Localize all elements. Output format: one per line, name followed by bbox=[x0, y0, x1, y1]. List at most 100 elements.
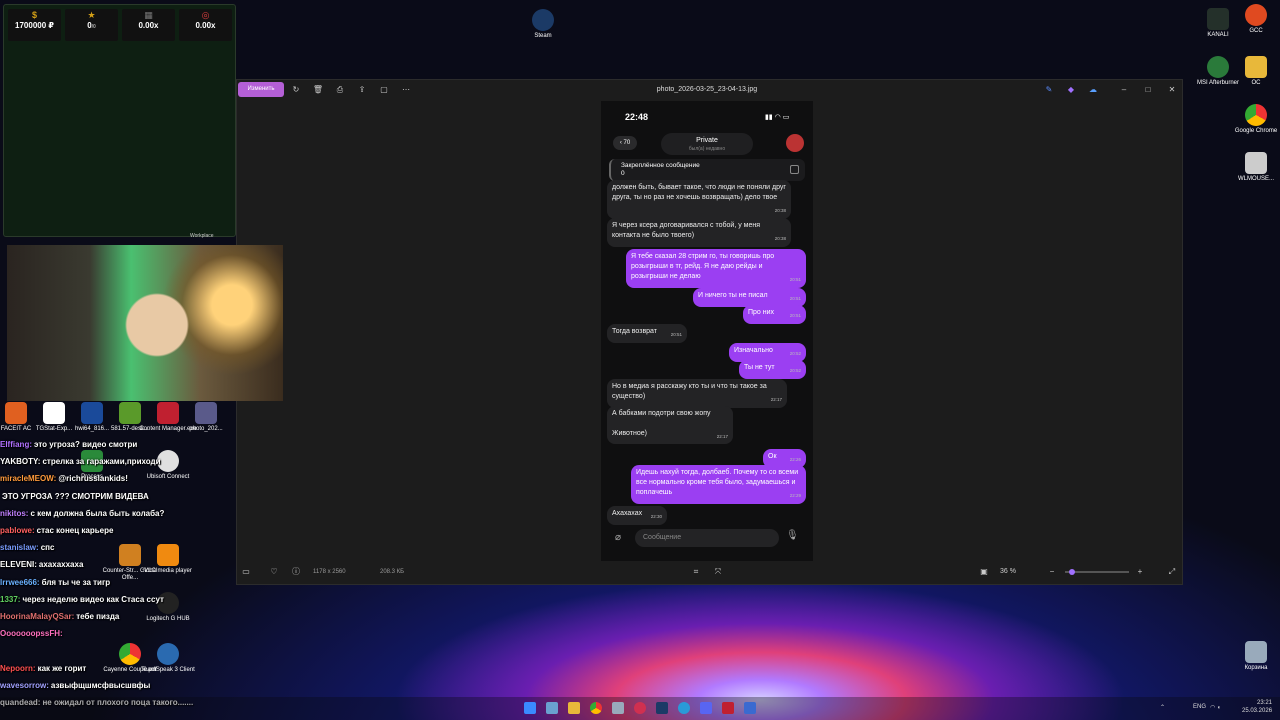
maximize-icon[interactable]: □ bbox=[1141, 84, 1155, 96]
rotate-icon[interactable]: ↻ bbox=[289, 84, 303, 96]
clock[interactable]: 23:21 25.03.2026 bbox=[1242, 699, 1272, 715]
message-input[interactable]: Сообщение bbox=[635, 529, 779, 547]
stat-balance: $1700000 ₽ bbox=[8, 9, 61, 41]
message-bubble[interactable]: Я тебе сказал 28 стрим го, ты говоришь п… bbox=[626, 249, 806, 288]
print-icon[interactable]: ⎙ bbox=[333, 84, 347, 96]
image-filesize: 208.3 КБ bbox=[380, 569, 405, 575]
chat-message: nikitos: с кем должна была быть колаба? bbox=[0, 508, 165, 518]
viewer-title: photo_2026-03-25_23-04-13.jpg bbox=[656, 86, 758, 93]
zoom-in-icon[interactable]: + bbox=[1133, 566, 1147, 578]
phone-screenshot: 22:48 ▮▮ ◠ ▭ ‹ 70 Private был(а) недавно … bbox=[601, 101, 813, 561]
designer-icon[interactable]: ◆ bbox=[1064, 84, 1078, 96]
contact-title[interactable]: Private был(а) недавно bbox=[661, 133, 753, 155]
chat-message: stanislaw: спс bbox=[0, 543, 55, 553]
image-file-icon bbox=[195, 402, 217, 424]
money-bag-icon: $ bbox=[31, 10, 37, 20]
oc-desktop-icon[interactable]: OC bbox=[1224, 56, 1280, 87]
back-button[interactable]: ‹ 70 bbox=[613, 136, 637, 150]
stream-chat-overlay: Elffiang: это угроза? видео смотри YAKBOT… bbox=[0, 436, 290, 711]
zoom-slider[interactable] bbox=[1065, 569, 1129, 575]
workplace-label: Workplace bbox=[190, 233, 214, 239]
message-bubble[interactable]: Но в медиа я расскажу кто ты и что ты та… bbox=[607, 379, 787, 408]
zoom-out-icon[interactable]: − bbox=[1045, 566, 1059, 578]
app-icon[interactable] bbox=[722, 702, 734, 714]
chat-message: 1337: через неделю видео как Стаса ссут bbox=[0, 594, 164, 604]
chat-message: ЭТО УГРОЗА ??? СМОТРИМ ВИДЕВА bbox=[2, 491, 149, 501]
message-bubble[interactable]: Тогда возврат 20:51 bbox=[607, 324, 687, 343]
network-volume-icon[interactable]: ◠ ◖ bbox=[1210, 704, 1221, 711]
actual-size-icon[interactable]: ▣ bbox=[977, 566, 991, 578]
info-icon[interactable]: ⓘ bbox=[289, 566, 303, 578]
minimize-icon[interactable]: – bbox=[1117, 84, 1131, 96]
recycle-bin-desktop-icon[interactable]: Корзина bbox=[1224, 641, 1280, 672]
crop-icon[interactable]: ⌗ bbox=[689, 566, 703, 578]
message-bubble[interactable]: А бабками подотри свою жопу Животное) 22:… bbox=[607, 406, 733, 444]
chat-message: Nepoorn: как же горит bbox=[0, 663, 87, 673]
chat-header: ‹ 70 Private был(а) недавно bbox=[601, 131, 813, 157]
chat-message: pablowe: стас конец карьере bbox=[0, 526, 114, 536]
wlmouse-desktop-icon[interactable]: WLMOUSE... bbox=[1224, 152, 1280, 183]
edit-button[interactable]: Изменить bbox=[238, 82, 284, 97]
language-indicator[interactable]: ENG bbox=[1193, 704, 1206, 710]
message-bubble[interactable]: Идешь нахуй тогда, долбаеб. Почему то со… bbox=[631, 465, 806, 504]
bar-icon: ▦ bbox=[144, 10, 153, 20]
pinned-list-icon[interactable] bbox=[790, 165, 799, 174]
share-icon[interactable]: ⇪ bbox=[355, 84, 369, 96]
chrome-taskbar-icon[interactable] bbox=[590, 702, 602, 714]
steam-desktop-icon[interactable]: Steam bbox=[511, 9, 575, 40]
message-bubble[interactable]: должен быть, бывает такое, что люди не п… bbox=[607, 180, 791, 219]
photo-desktop-icon[interactable]: photo_202... bbox=[176, 402, 236, 433]
photos-icon[interactable] bbox=[744, 702, 756, 714]
stat-stars: ★ 0/0 bbox=[65, 9, 118, 41]
fullscreen-icon[interactable]: ⤢ bbox=[1165, 566, 1179, 578]
message-bubble[interactable]: Ты не тут 20:52 bbox=[739, 360, 806, 379]
chrome-desktop-icon[interactable]: Google Chrome bbox=[1224, 104, 1280, 135]
gcc-desktop-icon[interactable]: GCC bbox=[1224, 4, 1280, 35]
ai-edit-icon[interactable]: ✎ bbox=[1042, 84, 1056, 96]
slideshow-icon[interactable]: ▢ bbox=[377, 84, 391, 96]
chat-message: YAKBOTY: стрелка за гаражами,приходи bbox=[0, 457, 161, 467]
folder-icon bbox=[1245, 56, 1267, 78]
pinned-message[interactable]: Закреплённое сообщение 0 bbox=[609, 159, 805, 181]
chat-message: wavesorrow: азвыфщшмсфвысшвфы bbox=[0, 680, 151, 690]
taskbar: ⌃ ENG ◠ ◖ 23:21 25.03.2026 bbox=[0, 697, 1280, 720]
obs-icon[interactable] bbox=[634, 702, 646, 714]
start-icon[interactable] bbox=[524, 702, 536, 714]
image-dimensions: 1178 x 2560 bbox=[313, 569, 346, 575]
signal-wifi-battery-icon: ▮▮ ◠ ▭ bbox=[765, 114, 790, 121]
steam-taskbar-icon[interactable] bbox=[656, 702, 668, 714]
more-icon[interactable]: ⋯ bbox=[399, 84, 413, 96]
star-icon: ★ bbox=[87, 10, 96, 20]
notepad-icon[interactable] bbox=[612, 702, 624, 714]
chat-message: miracleMEOW: @richrusslankids! bbox=[0, 474, 128, 484]
wlmouse-icon bbox=[1245, 152, 1267, 174]
widgets-icon[interactable] bbox=[546, 702, 558, 714]
gcc-icon bbox=[1245, 4, 1267, 26]
chat-message: OoooooopssFH: bbox=[0, 629, 63, 639]
contact-avatar[interactable] bbox=[786, 134, 804, 152]
phone-time: 22:48 bbox=[625, 112, 649, 122]
message-bubble[interactable]: Про них 20:51 bbox=[743, 305, 806, 324]
zoom-level[interactable]: 36 % bbox=[1000, 568, 1016, 575]
zoom-slider-thumb[interactable] bbox=[1069, 569, 1075, 575]
tray-chevron-icon[interactable]: ⌃ bbox=[1160, 704, 1165, 711]
stat-multiplier-1: ▦ 0.00x bbox=[122, 9, 175, 41]
attach-icon[interactable]: ⌀ bbox=[615, 532, 627, 544]
chat-message: Elffiang: это угроза? видео смотри bbox=[0, 440, 138, 449]
stream-stats-panel: $1700000 ₽ ★ 0/0 ▦ 0.00x ◎ 0.00x bbox=[3, 4, 236, 237]
target-icon: ◎ bbox=[201, 10, 210, 20]
viewer-toolbar: Изменить ↻ 🗑 ⎙ ⇪ ▢ ⋯ photo_2026-03-25_23… bbox=[237, 80, 1182, 100]
delete-icon[interactable]: 🗑 bbox=[311, 84, 325, 96]
webcam-feed bbox=[7, 245, 283, 401]
cloud-icon[interactable]: ☁ bbox=[1086, 84, 1100, 96]
discord-icon[interactable] bbox=[700, 702, 712, 714]
stat-multiplier-2: ◎ 0.00x bbox=[179, 9, 232, 41]
viewer-footer: ▭ ♡ ⓘ 1178 x 2560 208.3 КБ ⌗ ⤧ ▣ 36 % − … bbox=[237, 560, 1182, 584]
close-icon[interactable]: ✕ bbox=[1165, 84, 1179, 96]
microphone-icon[interactable]: 🎙 bbox=[786, 530, 799, 544]
message-bubble[interactable]: Я через ксера договаривался с тобой, у м… bbox=[607, 218, 791, 247]
file-explorer-icon[interactable] bbox=[568, 702, 580, 714]
telegram-icon[interactable] bbox=[678, 702, 690, 714]
fit-icon[interactable]: ⤧ bbox=[711, 566, 725, 578]
message-bubble[interactable]: Ахахахах 22:30 bbox=[607, 506, 667, 525]
